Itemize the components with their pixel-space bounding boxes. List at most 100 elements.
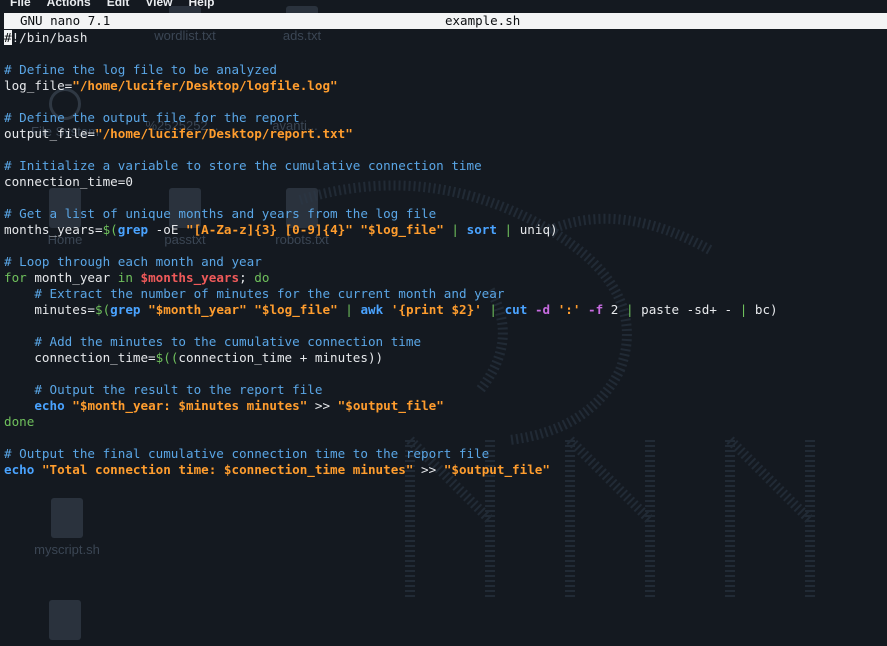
code-token: output_file=	[4, 126, 95, 141]
code-token: do	[254, 270, 270, 285]
code-line[interactable]	[4, 430, 778, 446]
code-line[interactable]: months_years=$(grep -oE "[A-Za-z]{3} [0-…	[4, 222, 778, 238]
text-cursor: #	[4, 30, 12, 45]
code-line[interactable]: # Output the final cumulative connection…	[4, 446, 778, 462]
code-token: minutes=	[4, 302, 95, 317]
code-token: |	[489, 302, 497, 317]
code-token: # Output the result to the report file	[34, 382, 323, 397]
code-token: |	[504, 222, 513, 237]
code-line[interactable]: # Loop through each month and year	[4, 254, 778, 270]
code-token: -d	[534, 302, 551, 317]
code-token: -f	[588, 302, 604, 317]
code-token: # Get a list of unique months and years …	[4, 206, 437, 221]
code-line[interactable]: # Initialize a variable to store the cum…	[4, 158, 778, 174]
code-line[interactable]: # Add the minutes to the cumulative conn…	[4, 334, 778, 350]
code-token: ':'	[557, 302, 581, 317]
code-line[interactable]: # Define the output file for the report	[4, 110, 778, 126]
code-token: bc)	[747, 302, 778, 317]
code-token: "Total connection time: $connection_time…	[41, 462, 414, 477]
code-line[interactable]: echo "Total connection time: $connection…	[4, 462, 778, 478]
code-line[interactable]: echo "$month_year: $minutes minutes" >> …	[4, 398, 778, 414]
code-line[interactable]	[4, 142, 778, 158]
code-token: # Extract the number of minutes for the …	[34, 286, 505, 301]
code-token: connection_time=0	[4, 174, 133, 189]
code-token: # Loop through each month and year	[4, 254, 262, 269]
code-token: uniq)	[512, 222, 558, 237]
code-token: >>	[413, 462, 444, 477]
code-token: $((	[155, 350, 179, 365]
code-token: month_year	[26, 270, 118, 285]
code-token: paste -sd+ -	[633, 302, 740, 317]
code-line[interactable]: connection_time=0	[4, 174, 778, 190]
code-token: # Add the minutes to the cumulative conn…	[34, 334, 422, 349]
code-token: "/home/lucifer/Desktop/logfile.log"	[72, 78, 338, 93]
code-token: "$log_file"	[254, 302, 338, 317]
editor-text-area[interactable]: #!/bin/bash # Define the log file to be a…	[4, 30, 778, 478]
code-token: sort	[466, 222, 497, 237]
code-token: "[A-Za-z]{3} [0-9]{4}"	[186, 222, 353, 237]
code-token: "$log_file"	[360, 222, 444, 237]
code-token: '{print $2}'	[390, 302, 482, 317]
code-line[interactable]: # Extract the number of minutes for the …	[4, 286, 778, 302]
code-line[interactable]: connection_time=$((connection_time + min…	[4, 350, 778, 366]
code-token: awk	[360, 302, 384, 317]
code-token: !/bin/bash	[11, 30, 88, 45]
code-line[interactable]: # Output the result to the report file	[4, 382, 778, 398]
code-line[interactable]	[4, 94, 778, 110]
code-token: "$month_year: $minutes minutes"	[72, 398, 308, 413]
code-line[interactable]: for month_year in $months_years; do	[4, 270, 778, 286]
code-token: echo	[34, 398, 65, 413]
code-token: "$output_file"	[337, 398, 444, 413]
code-token: for	[4, 270, 27, 285]
code-token: in	[117, 270, 133, 285]
code-token: |	[451, 222, 460, 237]
code-token: # Output the final cumulative connection…	[4, 446, 490, 461]
code-token: connection_time + minutes))	[178, 350, 384, 365]
code-line[interactable]	[4, 190, 778, 206]
code-token: 2	[603, 302, 626, 317]
code-line[interactable]: # Get a list of unique months and years …	[4, 206, 778, 222]
code-token: # Initialize a variable to store the cum…	[4, 158, 482, 173]
code-token: grep	[117, 222, 149, 237]
code-token: months_years=	[4, 222, 103, 237]
nano-filename: example.sh	[445, 13, 521, 28]
code-line[interactable]	[4, 318, 778, 334]
nano-version: GNU nano 7.1	[20, 13, 111, 28]
code-token: connection_time=	[4, 350, 156, 365]
code-line[interactable]	[4, 366, 778, 382]
code-token: "$month_year"	[148, 302, 247, 317]
code-line[interactable]: minutes=$(grep "$month_year" "$log_file"…	[4, 302, 778, 318]
code-token: |	[345, 302, 353, 317]
code-token: cut	[504, 302, 528, 317]
code-token: >>	[307, 398, 338, 413]
code-token: # Define the output file for the report	[4, 110, 300, 125]
code-token: |	[625, 302, 634, 317]
code-token: "$output_file"	[443, 462, 550, 477]
code-token: "/home/lucifer/Desktop/report.txt"	[95, 126, 353, 141]
code-line[interactable]: done	[4, 414, 778, 430]
code-token: $months_years	[140, 270, 240, 285]
code-token: echo	[4, 462, 35, 477]
code-token: log_file=	[4, 78, 73, 93]
code-line[interactable]: #!/bin/bash	[4, 30, 778, 46]
code-line[interactable]: log_file="/home/lucifer/Desktop/logfile.…	[4, 78, 778, 94]
code-token: # Define the log file to be analyzed	[4, 62, 277, 77]
code-line[interactable]: output_file="/home/lucifer/Desktop/repor…	[4, 126, 778, 142]
code-line[interactable]: # Define the log file to be analyzed	[4, 62, 778, 78]
code-line[interactable]	[4, 238, 778, 254]
code-token: done	[4, 414, 35, 429]
code-line[interactable]	[4, 46, 778, 62]
code-token: $(	[102, 222, 118, 237]
